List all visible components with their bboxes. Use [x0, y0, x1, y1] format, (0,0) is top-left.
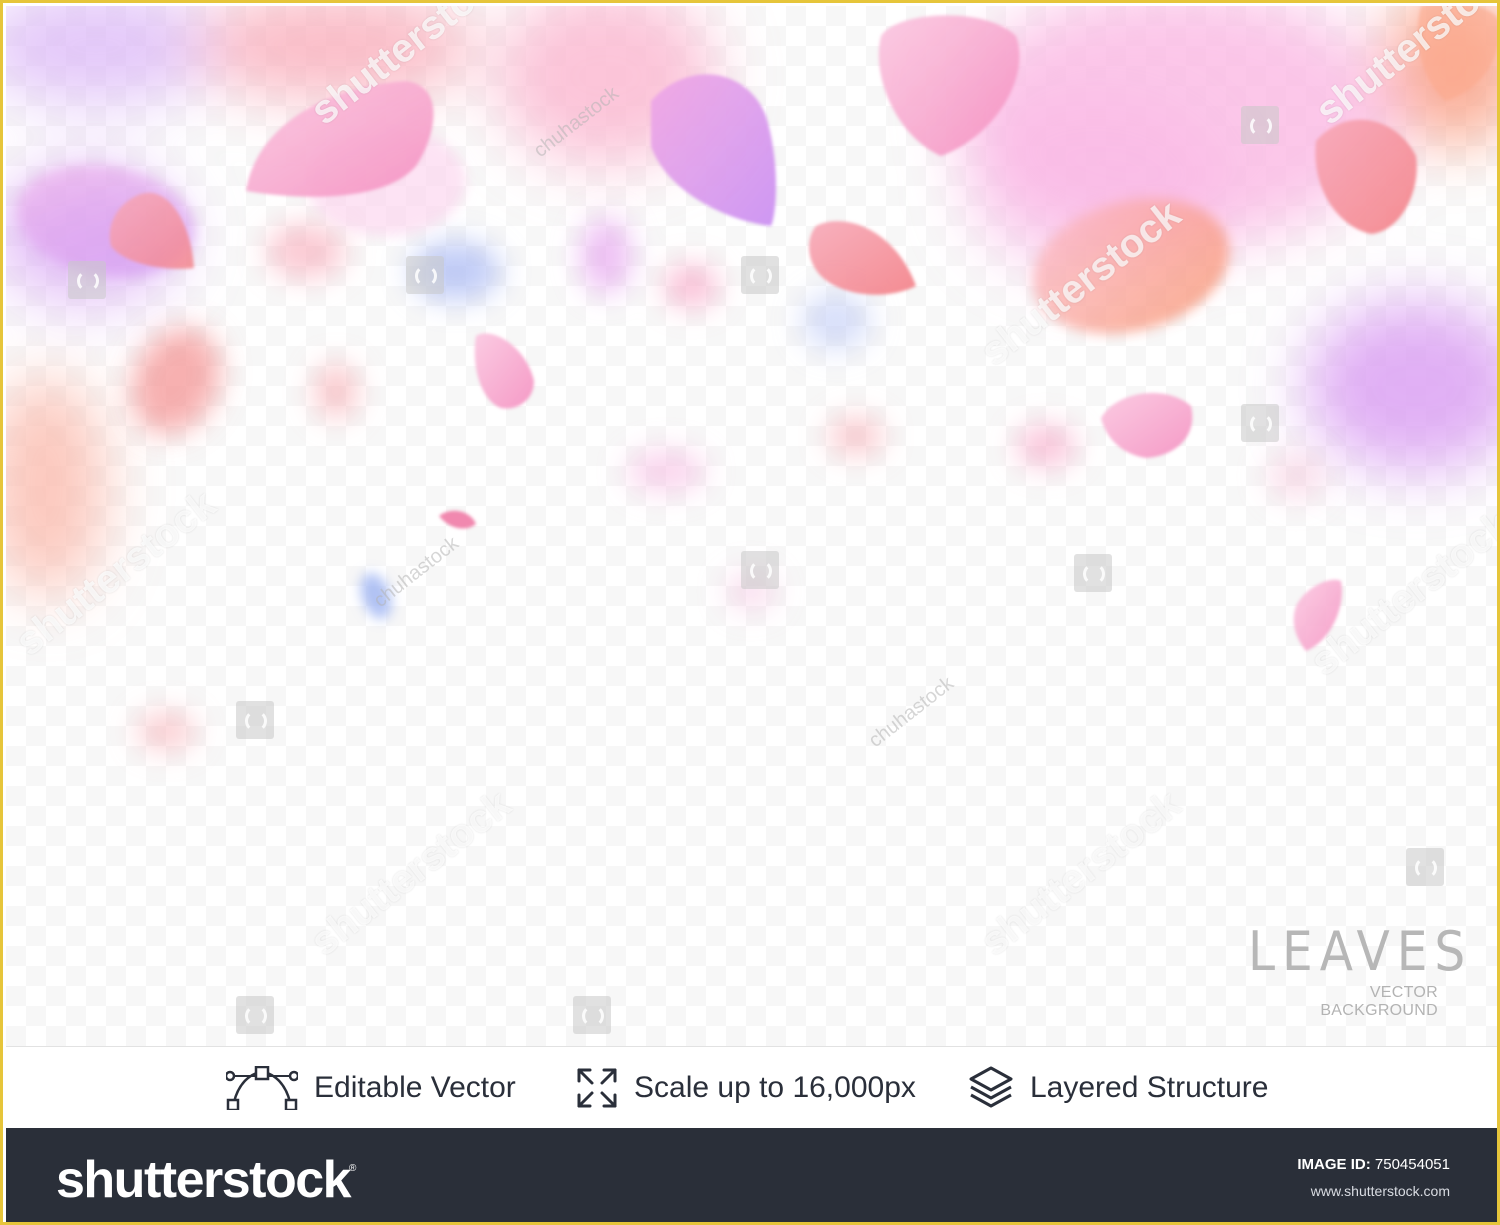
layers-icon [969, 1066, 1013, 1108]
watermark-logo-icon [236, 701, 274, 739]
petal-artboard: shutterstock shutterstock shutterstock s… [6, 6, 1497, 1046]
artwork-title-block: LEAVES VECTOR BACKGROUND [1248, 920, 1473, 1020]
watermark-logo-icon [1241, 106, 1279, 144]
image-frame: shutterstock shutterstock shutterstock s… [0, 0, 1500, 1225]
blurred-petal-cluster [6, 6, 1497, 596]
feature-layers: Layered Structure [968, 1065, 1268, 1111]
vector-path-icon [226, 1066, 298, 1110]
watermark-logo-icon [1074, 554, 1112, 592]
registered-mark: ® [349, 1163, 357, 1174]
site-url: www.shutterstock.com [1310, 1183, 1450, 1199]
image-id-value: 750454051 [1374, 1156, 1450, 1173]
watermark-logo-icon [573, 996, 611, 1034]
image-id: IMAGE ID: 750454051 [1297, 1156, 1450, 1173]
watermark-logo-icon [1406, 848, 1444, 886]
feature-label: Scale up to 16,000px [634, 1071, 916, 1104]
watermark-logo-icon [741, 551, 779, 589]
artwork-title: LEAVES [1248, 920, 1473, 983]
feature-scale: Scale up to 16,000px [576, 1065, 916, 1111]
falling-petals-illustration [6, 6, 1497, 751]
watermark-logo-icon [406, 256, 444, 294]
feature-label: Layered Structure [1030, 1071, 1269, 1104]
watermark-logo-icon [1241, 404, 1279, 442]
watermark-logo-icon [236, 996, 274, 1034]
feature-label: Editable Vector [314, 1071, 516, 1104]
artwork-subtitle: VECTOR BACKGROUND [1320, 984, 1438, 1019]
shutterstock-logo: shutterstock [56, 1151, 352, 1209]
watermark-logo-icon [741, 256, 779, 294]
footer: shutterstock ® IMAGE ID: 750454051 www.s… [6, 1128, 1497, 1222]
image-id-label: IMAGE ID: [1297, 1156, 1371, 1173]
feature-editable-vector: Editable Vector [226, 1065, 516, 1111]
scale-arrows-icon [577, 1068, 617, 1108]
feature-bar: Editable Vector Scale up to 16,000px Lay… [6, 1046, 1497, 1129]
watermark-logo-icon [68, 261, 106, 299]
